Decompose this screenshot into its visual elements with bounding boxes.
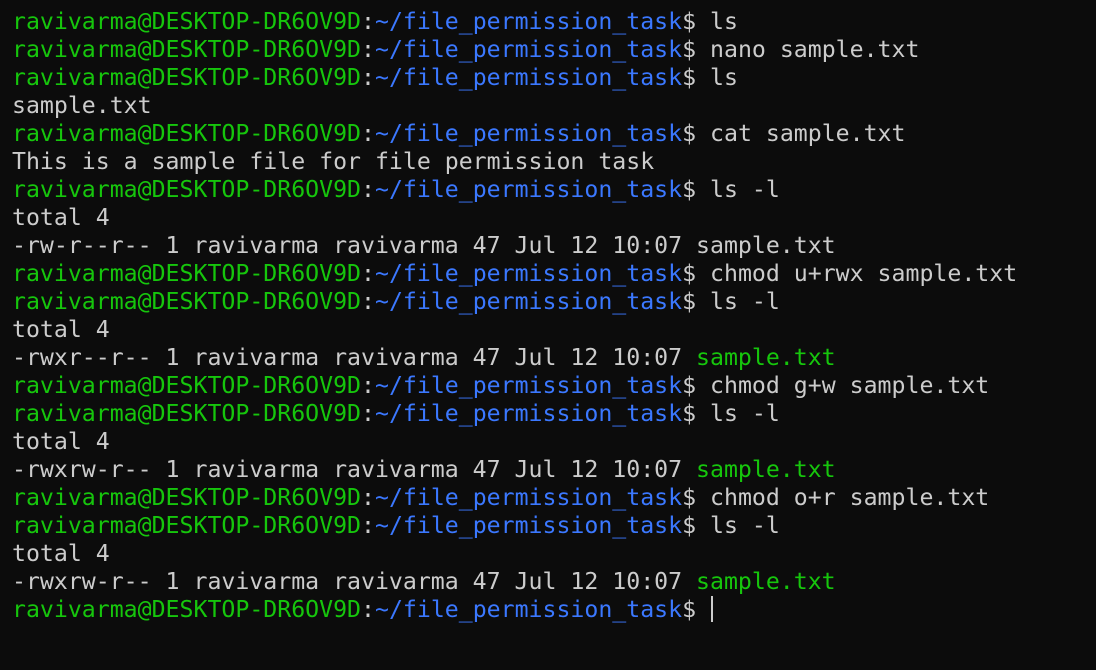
prompt-user-host: ravivarma@DESKTOP-DR6OV9D: [12, 596, 362, 623]
prompt-input-line: ravivarma@DESKTOP-DR6OV9D:~/file_permiss…: [12, 596, 1096, 624]
prompt-user-host: ravivarma@DESKTOP-DR6OV9D: [12, 36, 362, 63]
file-name: sample.txt: [696, 344, 836, 371]
command-text: ls -l: [696, 176, 780, 203]
prompt-user-host: ravivarma@DESKTOP-DR6OV9D: [12, 64, 362, 91]
command-line: ravivarma@DESKTOP-DR6OV9D:~/file_permiss…: [12, 512, 1096, 540]
prompt-colon: :: [361, 512, 375, 539]
file-listing-details: -rwxrw-r-- 1 ravivarma ravivarma 47 Jul …: [12, 456, 697, 483]
output-line: This is a sample file for file permissio…: [12, 148, 1096, 176]
command-line: ravivarma@DESKTOP-DR6OV9D:~/file_permiss…: [12, 260, 1096, 288]
output-line: total 4: [12, 316, 1096, 344]
prompt-colon: :: [361, 260, 375, 287]
command-text: chmod g+w sample.txt: [696, 372, 990, 399]
prompt-path: ~/file_permission_task: [374, 288, 683, 315]
prompt-colon: :: [361, 288, 375, 315]
prompt-user-host: ravivarma@DESKTOP-DR6OV9D: [12, 260, 362, 287]
file-listing-line: -rwxrw-r-- 1 ravivarma ravivarma 47 Jul …: [12, 568, 1096, 596]
prompt-user-host: ravivarma@DESKTOP-DR6OV9D: [12, 176, 362, 203]
prompt-symbol: $: [682, 36, 697, 63]
output-line: sample.txt: [12, 92, 1096, 120]
command-text: cat sample.txt: [696, 120, 906, 147]
command-line: ravivarma@DESKTOP-DR6OV9D:~/file_permiss…: [12, 372, 1096, 400]
prompt-colon: :: [361, 484, 375, 511]
prompt-path: ~/file_permission_task: [374, 484, 683, 511]
command-text: ls: [696, 8, 738, 35]
file-listing-line: -rw-r--r-- 1 ravivarma ravivarma 47 Jul …: [12, 232, 1096, 260]
output-text: total 4: [12, 540, 110, 567]
prompt-path: ~/file_permission_task: [374, 260, 683, 287]
prompt-colon: :: [361, 36, 375, 63]
prompt-path: ~/file_permission_task: [374, 8, 683, 35]
prompt-user-host: ravivarma@DESKTOP-DR6OV9D: [12, 288, 362, 315]
command-text: ls -l: [696, 288, 780, 315]
prompt-path: ~/file_permission_task: [374, 596, 683, 623]
prompt-user-host: ravivarma@DESKTOP-DR6OV9D: [12, 120, 362, 147]
prompt-path: ~/file_permission_task: [374, 120, 683, 147]
output-text: This is a sample file for file permissio…: [12, 148, 655, 175]
prompt-user-host: ravivarma@DESKTOP-DR6OV9D: [12, 484, 362, 511]
output-line: total 4: [12, 540, 1096, 568]
file-listing-details: -rwxrw-r-- 1 ravivarma ravivarma 47 Jul …: [12, 568, 697, 595]
command-text: nano sample.txt: [696, 36, 920, 63]
prompt-user-host: ravivarma@DESKTOP-DR6OV9D: [12, 372, 362, 399]
prompt-colon: :: [361, 400, 375, 427]
prompt-symbol: $: [682, 484, 697, 511]
command-text: ls: [696, 64, 738, 91]
prompt-symbol: $: [682, 372, 697, 399]
output-line: total 4: [12, 428, 1096, 456]
output-text: total 4: [12, 204, 110, 231]
prompt-symbol: $: [682, 64, 697, 91]
prompt-path: ~/file_permission_task: [374, 64, 683, 91]
prompt-symbol: $: [682, 596, 697, 623]
text-cursor: [711, 596, 714, 622]
output-text: total 4: [12, 428, 110, 455]
prompt-colon: :: [361, 596, 375, 623]
file-name: sample.txt: [696, 568, 836, 595]
file-name: sample.txt: [696, 232, 836, 259]
command-line: ravivarma@DESKTOP-DR6OV9D:~/file_permiss…: [12, 8, 1096, 36]
prompt-symbol: $: [682, 512, 697, 539]
prompt-colon: :: [361, 64, 375, 91]
command-line: ravivarma@DESKTOP-DR6OV9D:~/file_permiss…: [12, 176, 1096, 204]
prompt-symbol: $: [682, 8, 697, 35]
prompt-path: ~/file_permission_task: [374, 512, 683, 539]
prompt-colon: :: [361, 176, 375, 203]
command-text: ls -l: [696, 400, 780, 427]
file-listing-line: -rwxrw-r-- 1 ravivarma ravivarma 47 Jul …: [12, 456, 1096, 484]
prompt-colon: :: [361, 8, 375, 35]
prompt-symbol: $: [682, 400, 697, 427]
command-text: chmod u+rwx sample.txt: [696, 260, 1018, 287]
prompt-path: ~/file_permission_task: [374, 176, 683, 203]
command-line: ravivarma@DESKTOP-DR6OV9D:~/file_permiss…: [12, 400, 1096, 428]
command-line: ravivarma@DESKTOP-DR6OV9D:~/file_permiss…: [12, 484, 1096, 512]
command-input[interactable]: [696, 596, 710, 623]
terminal-output[interactable]: ravivarma@DESKTOP-DR6OV9D:~/file_permiss…: [12, 8, 1096, 670]
output-text: total 4: [12, 316, 110, 343]
file-listing-details: -rwxr--r-- 1 ravivarma ravivarma 47 Jul …: [12, 344, 697, 371]
command-text: ls -l: [696, 512, 780, 539]
prompt-symbol: $: [682, 288, 697, 315]
command-line: ravivarma@DESKTOP-DR6OV9D:~/file_permiss…: [12, 288, 1096, 316]
prompt-symbol: $: [682, 260, 697, 287]
prompt-user-host: ravivarma@DESKTOP-DR6OV9D: [12, 8, 362, 35]
prompt-user-host: ravivarma@DESKTOP-DR6OV9D: [12, 400, 362, 427]
output-text: sample.txt: [12, 92, 152, 119]
prompt-user-host: ravivarma@DESKTOP-DR6OV9D: [12, 512, 362, 539]
prompt-path: ~/file_permission_task: [374, 400, 683, 427]
prompt-colon: :: [361, 372, 375, 399]
prompt-symbol: $: [682, 120, 697, 147]
command-line: ravivarma@DESKTOP-DR6OV9D:~/file_permiss…: [12, 64, 1096, 92]
command-line: ravivarma@DESKTOP-DR6OV9D:~/file_permiss…: [12, 120, 1096, 148]
prompt-colon: :: [361, 120, 375, 147]
prompt-path: ~/file_permission_task: [374, 372, 683, 399]
command-line: ravivarma@DESKTOP-DR6OV9D:~/file_permiss…: [12, 36, 1096, 64]
prompt-symbol: $: [682, 176, 697, 203]
file-listing-details: -rw-r--r-- 1 ravivarma ravivarma 47 Jul …: [12, 232, 697, 259]
prompt-path: ~/file_permission_task: [374, 36, 683, 63]
output-line: total 4: [12, 204, 1096, 232]
file-listing-line: -rwxr--r-- 1 ravivarma ravivarma 47 Jul …: [12, 344, 1096, 372]
command-text: chmod o+r sample.txt: [696, 484, 990, 511]
file-name: sample.txt: [696, 456, 836, 483]
